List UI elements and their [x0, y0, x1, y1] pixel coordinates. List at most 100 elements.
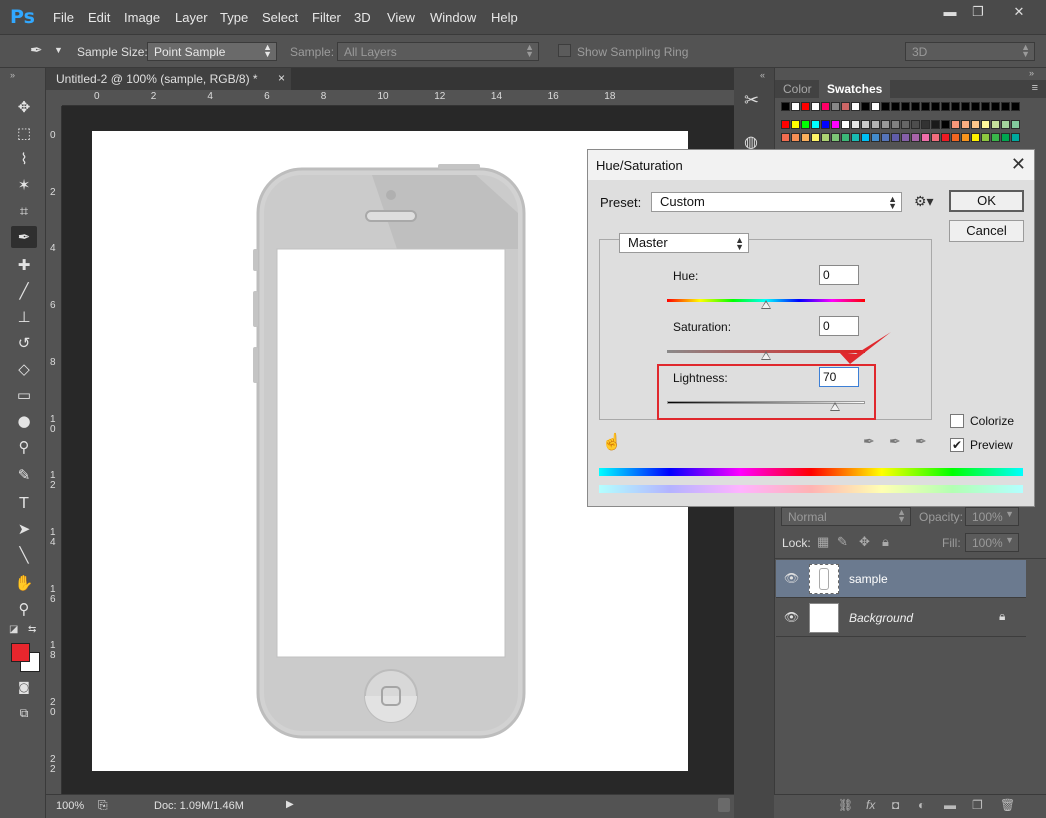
layer-style-icon[interactable]: fx: [866, 798, 875, 812]
color-swatch[interactable]: [991, 102, 1000, 111]
eraser-tool-icon[interactable]: ◇: [11, 358, 37, 380]
eyedropper-icon[interactable]: ✒: [863, 433, 875, 450]
color-swatch[interactable]: [891, 133, 900, 142]
eyedropper-icon[interactable]: ✒: [30, 41, 43, 59]
dodge-tool-icon[interactable]: ⚲: [11, 436, 37, 458]
color-swatch[interactable]: [871, 120, 880, 129]
dialog-titlebar[interactable]: Hue/Saturation ✕: [588, 150, 1034, 180]
color-swatch[interactable]: [971, 133, 980, 142]
lock-pixels-icon[interactable]: ✎: [837, 534, 848, 550]
color-swatch[interactable]: [811, 133, 820, 142]
color-swatch[interactable]: [861, 133, 870, 142]
color-swatch[interactable]: [831, 133, 840, 142]
hand-tool-icon[interactable]: ✋: [11, 572, 37, 594]
quick-select-tool-icon[interactable]: ✶: [11, 174, 37, 196]
color-swatch[interactable]: [871, 102, 880, 111]
color-swatch[interactable]: [841, 120, 850, 129]
eyedropper-tool-icon[interactable]: ✒: [11, 226, 37, 248]
move-tool-icon[interactable]: ✥: [11, 96, 37, 118]
saturation-slider-thumb[interactable]: [761, 351, 771, 360]
color-swatch[interactable]: [851, 120, 860, 129]
color-swatch[interactable]: [921, 102, 930, 111]
color-swatch[interactable]: [971, 102, 980, 111]
blur-tool-icon[interactable]: ●: [11, 410, 37, 432]
quick-mask-icon[interactable]: ◙: [11, 676, 37, 698]
opacity-input[interactable]: 100% ▼: [965, 507, 1019, 526]
dialog-close-icon[interactable]: ✕: [1011, 154, 1026, 175]
menu-layer[interactable]: Layer: [175, 10, 208, 25]
type-tool-icon[interactable]: T: [11, 492, 37, 514]
eyedropper-plus-icon[interactable]: ✒: [889, 433, 901, 450]
color-swatch[interactable]: [931, 102, 940, 111]
pen-tool-icon[interactable]: ✎: [11, 464, 37, 486]
tools-properties-icon[interactable]: ✂: [744, 90, 759, 111]
color-swatch[interactable]: [881, 102, 890, 111]
color-swatch[interactable]: [991, 120, 1000, 129]
default-colors-icon[interactable]: ◪: [9, 624, 18, 635]
menu-type[interactable]: Type: [220, 10, 248, 25]
history-brush-tool-icon[interactable]: ↺: [11, 332, 37, 354]
menu-select[interactable]: Select: [262, 10, 298, 25]
color-swatch[interactable]: [841, 102, 850, 111]
color-swatch[interactable]: [911, 133, 920, 142]
color-swatch[interactable]: [981, 133, 990, 142]
sample-select[interactable]: All Layers ▲ ▼: [337, 42, 539, 61]
menu-file[interactable]: File: [53, 10, 74, 25]
foreground-color-swatch[interactable]: [11, 643, 30, 662]
color-swatch[interactable]: [1011, 120, 1020, 129]
menu-view[interactable]: View: [387, 10, 415, 25]
scrollbar-thumb[interactable]: [718, 798, 730, 812]
collapse-icon[interactable]: «: [760, 70, 765, 80]
screen-mode-icon[interactable]: ⧉: [11, 702, 37, 724]
visibility-eye-icon[interactable]: 👁︎: [784, 610, 799, 624]
restore-button[interactable]: ❐: [964, 2, 992, 22]
color-swatch[interactable]: [981, 102, 990, 111]
fill-input[interactable]: 100% ▼: [965, 533, 1019, 552]
color-swatch[interactable]: [911, 120, 920, 129]
tool-preset-arrow-icon[interactable]: ▼: [54, 45, 63, 55]
color-swatch[interactable]: [1011, 133, 1020, 142]
clone-stamp-tool-icon[interactable]: ⊥: [11, 306, 37, 328]
color-swatch[interactable]: [811, 102, 820, 111]
color-swatch[interactable]: [1011, 102, 1020, 111]
color-swatch[interactable]: [851, 133, 860, 142]
tab-color[interactable]: Color: [775, 80, 820, 98]
brush-tool-icon[interactable]: ╱: [11, 280, 37, 302]
healing-brush-tool-icon[interactable]: ✚: [11, 254, 37, 276]
color-swatch[interactable]: [781, 102, 790, 111]
color-swatch[interactable]: [901, 102, 910, 111]
menu-image[interactable]: Image: [124, 10, 160, 25]
blend-mode-select[interactable]: Normal ▲ ▼: [781, 507, 911, 526]
lasso-tool-icon[interactable]: ⌇: [11, 148, 37, 170]
eyedropper-minus-icon[interactable]: ✒: [915, 433, 927, 450]
color-swatch[interactable]: [901, 120, 910, 129]
adjustment-layer-icon[interactable]: ◐: [918, 798, 925, 812]
color-swatch[interactable]: [1001, 120, 1010, 129]
color-swatch[interactable]: [1001, 102, 1010, 111]
color-swatch[interactable]: [981, 120, 990, 129]
sample-size-select[interactable]: Point Sample ▲ ▼: [147, 42, 277, 61]
color-swatch[interactable]: [791, 102, 800, 111]
color-swatch[interactable]: [891, 120, 900, 129]
color-swatch[interactable]: [931, 120, 940, 129]
vertical-ruler[interactable]: 0 2 4 6 8 1 0 1 2 1 4 1 6 1 8 2 0 2 2: [46, 106, 62, 796]
color-swatch[interactable]: [801, 133, 810, 142]
color-swatch[interactable]: [841, 133, 850, 142]
color-swatch[interactable]: [1001, 133, 1010, 142]
panel-menu-icon[interactable]: ≡: [1032, 82, 1038, 94]
color-swatch[interactable]: [831, 102, 840, 111]
collapse-icon[interactable]: »: [1029, 68, 1034, 78]
color-swatch[interactable]: [961, 120, 970, 129]
color-swatch[interactable]: [941, 133, 950, 142]
color-swatch[interactable]: [991, 133, 1000, 142]
color-swatch[interactable]: [851, 102, 860, 111]
marquee-tool-icon[interactable]: ⬚: [11, 122, 37, 144]
color-swatch[interactable]: [941, 120, 950, 129]
color-swatch[interactable]: [821, 102, 830, 111]
color-swatch[interactable]: [941, 102, 950, 111]
color-swatch[interactable]: [921, 133, 930, 142]
hue-slider-thumb[interactable]: [761, 300, 771, 309]
color-swatch[interactable]: [901, 133, 910, 142]
close-tab-icon[interactable]: ×: [278, 71, 285, 85]
colorize-checkbox[interactable]: [950, 414, 964, 428]
